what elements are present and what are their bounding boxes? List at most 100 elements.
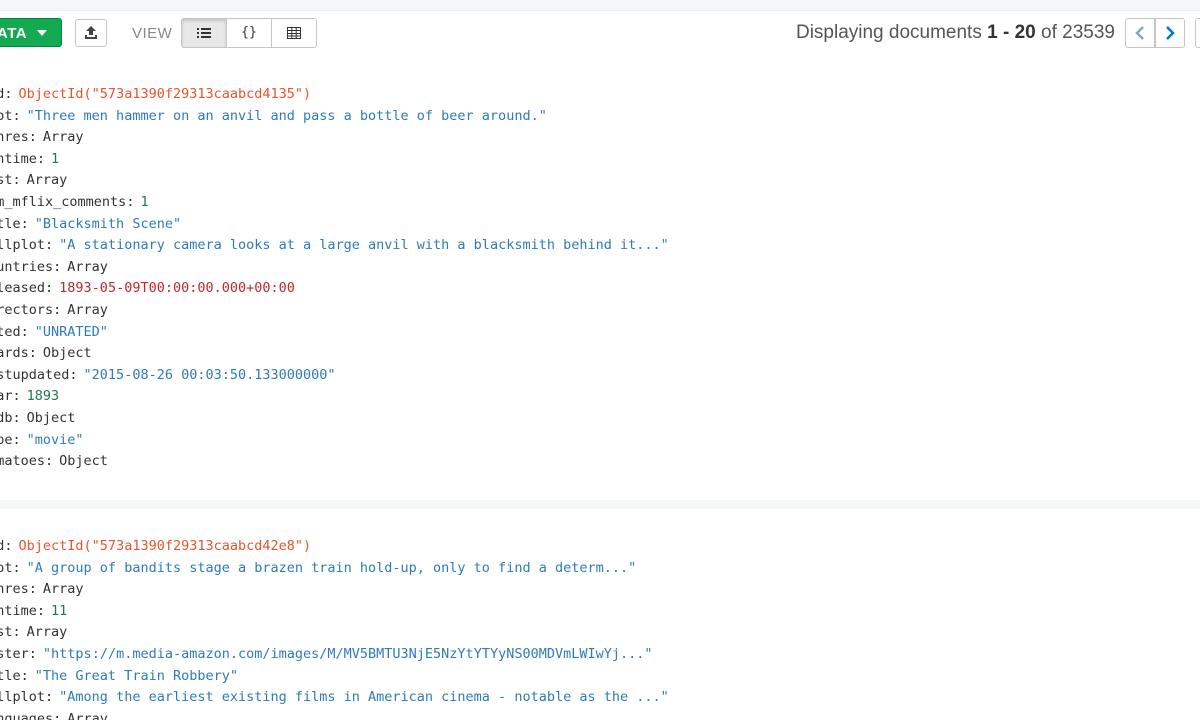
view-switcher: {} bbox=[181, 18, 317, 48]
add-data-button[interactable]: ATA bbox=[0, 18, 62, 47]
field-value: Object bbox=[26, 410, 76, 426]
field-key: countries bbox=[0, 258, 54, 275]
paging-total: 23539 bbox=[1062, 22, 1115, 43]
document-field[interactable]: runtime:11 bbox=[0, 600, 67, 622]
document-field[interactable]: _id:ObjectId("573a1390f29313caabcd42e8") bbox=[0, 535, 311, 557]
document-field[interactable]: tomatoes: Object bbox=[0, 450, 108, 472]
document-field[interactable]: lastupdated: "2015-08-26 00:03:50.1330000… bbox=[0, 364, 336, 386]
paging-of: of bbox=[1041, 22, 1057, 43]
field-key: title bbox=[0, 667, 21, 684]
document-card[interactable]: _id:ObjectId("573a1390f29313caabcd42e8")… bbox=[0, 509, 1200, 720]
document-field[interactable]: title: "Blacksmith Scene" bbox=[0, 213, 181, 235]
document-field[interactable]: plot: "A group of bandits stage a brazen … bbox=[0, 557, 636, 579]
field-colon: : bbox=[53, 302, 62, 318]
field-key: genres bbox=[0, 129, 29, 146]
field-value: "2015-08-26 00:03:50.133000000" bbox=[83, 366, 336, 383]
field-value: 11 bbox=[51, 602, 68, 619]
document-field[interactable]: genres: Array bbox=[0, 126, 84, 148]
field-value: 1893-05-09T00:00:00.000+00:00 bbox=[59, 280, 295, 297]
field-value: "The Great Train Robbery" bbox=[34, 667, 238, 684]
document-field[interactable]: type: "movie" bbox=[0, 429, 84, 451]
field-value: "Blacksmith Scene" bbox=[34, 215, 182, 232]
field-key: lastupdated bbox=[0, 366, 70, 383]
document-card[interactable]: _id:ObjectId("573a1390f29313caabcd4135")… bbox=[0, 57, 1200, 501]
field-colon: : bbox=[12, 431, 21, 448]
field-colon: : bbox=[28, 345, 37, 362]
field-value: Array bbox=[42, 581, 84, 598]
field-value: 1 bbox=[51, 150, 60, 167]
table-icon bbox=[287, 27, 301, 39]
previous-page-button[interactable] bbox=[1125, 18, 1155, 48]
field-key: plot bbox=[0, 107, 13, 124]
document-field[interactable]: cast: Array bbox=[0, 621, 67, 643]
document-field[interactable]: languages: Array bbox=[0, 708, 108, 720]
document-field[interactable]: rated: "UNRATED" bbox=[0, 321, 108, 343]
field-colon: : bbox=[53, 258, 62, 275]
field-colon: : bbox=[28, 129, 37, 146]
field-value: ObjectId("573a1390f29313caabcd4135") bbox=[18, 86, 312, 102]
document-field[interactable]: plot: "Three men hammer on an anvil and p… bbox=[0, 105, 547, 127]
next-page-button[interactable] bbox=[1155, 18, 1185, 48]
list-view-button[interactable] bbox=[181, 18, 227, 48]
field-colon: : bbox=[36, 602, 46, 619]
field-colon: : bbox=[12, 388, 21, 405]
field-key: cast bbox=[0, 172, 13, 189]
view-label: VIEW bbox=[132, 25, 173, 42]
paging-end: 20 bbox=[1014, 22, 1036, 43]
field-value: Array bbox=[67, 710, 108, 720]
document-field[interactable]: runtime:1 bbox=[0, 148, 59, 170]
field-key: type bbox=[0, 431, 13, 448]
document-field[interactable]: released:1893-05-09T00:00:00.000+00:00 bbox=[0, 277, 295, 299]
document-field[interactable]: genres: Array bbox=[0, 578, 84, 600]
document-field[interactable]: poster: "https://m.media-amazon.com/image… bbox=[0, 643, 653, 665]
field-key: title bbox=[0, 215, 21, 232]
field-colon: : bbox=[20, 667, 29, 684]
field-value: "A stationary camera looks at a large an… bbox=[59, 237, 669, 254]
field-key: languages bbox=[0, 710, 54, 720]
field-key: poster bbox=[0, 646, 29, 662]
toolbar-overflow-button[interactable] bbox=[1195, 18, 1200, 48]
field-key: rated bbox=[0, 323, 21, 340]
paging-prefix: Displaying documents bbox=[795, 22, 982, 43]
document-field[interactable]: num_mflix_comments:1 bbox=[0, 191, 149, 213]
field-colon: : bbox=[20, 215, 29, 232]
field-key: genres bbox=[0, 581, 29, 598]
field-colon: : bbox=[12, 624, 21, 641]
document-separator bbox=[0, 500, 1200, 509]
document-field[interactable]: countries: Array bbox=[0, 256, 108, 278]
document-field[interactable]: imdb: Object bbox=[0, 407, 75, 429]
field-value: Array bbox=[67, 302, 108, 318]
field-colon: : bbox=[28, 646, 37, 662]
field-key: imdb bbox=[0, 410, 13, 426]
paging-dash: - bbox=[1002, 22, 1010, 43]
braces-icon: {} bbox=[241, 25, 257, 40]
document-field[interactable]: _id:ObjectId("573a1390f29313caabcd4135") bbox=[0, 83, 311, 105]
list-icon bbox=[197, 28, 211, 38]
field-colon: : bbox=[4, 86, 13, 102]
field-key: year bbox=[0, 388, 13, 405]
field-value: Object bbox=[59, 453, 108, 470]
field-value: ObjectId("573a1390f29313caabcd42e8") bbox=[18, 538, 312, 554]
field-value: "https://m.media-amazon.com/images/M/MV5… bbox=[42, 646, 653, 662]
table-view-button[interactable] bbox=[271, 18, 317, 48]
field-value: "Among the earliest existing films in Am… bbox=[59, 689, 669, 706]
document-field[interactable]: cast: Array bbox=[0, 169, 67, 191]
document-field[interactable]: awards: Object bbox=[0, 342, 92, 364]
document-field[interactable]: fullplot: "A stationary camera looks at a… bbox=[0, 234, 669, 256]
field-value: 1893 bbox=[26, 388, 60, 405]
field-key: released bbox=[0, 280, 46, 297]
document-field[interactable]: directors: Array bbox=[0, 299, 108, 321]
paging-start: 1 bbox=[987, 22, 998, 43]
field-key: plot bbox=[0, 559, 13, 576]
field-colon: : bbox=[4, 538, 13, 554]
chevron-left-icon bbox=[1135, 26, 1144, 40]
document-field[interactable]: year:1893 bbox=[0, 385, 59, 407]
import-button[interactable] bbox=[75, 19, 107, 47]
document-field[interactable]: fullplot: "Among the earliest existing fi… bbox=[0, 686, 669, 708]
document-field[interactable]: title: "The Great Train Robbery" bbox=[0, 665, 238, 687]
documents-toolbar: ATA VIEW {} Displaying documents 1 - 20 … bbox=[0, 10, 1200, 58]
field-value: Array bbox=[42, 129, 84, 146]
json-view-button[interactable]: {} bbox=[226, 18, 272, 48]
top-band bbox=[0, 0, 1200, 10]
field-colon: : bbox=[28, 581, 37, 598]
